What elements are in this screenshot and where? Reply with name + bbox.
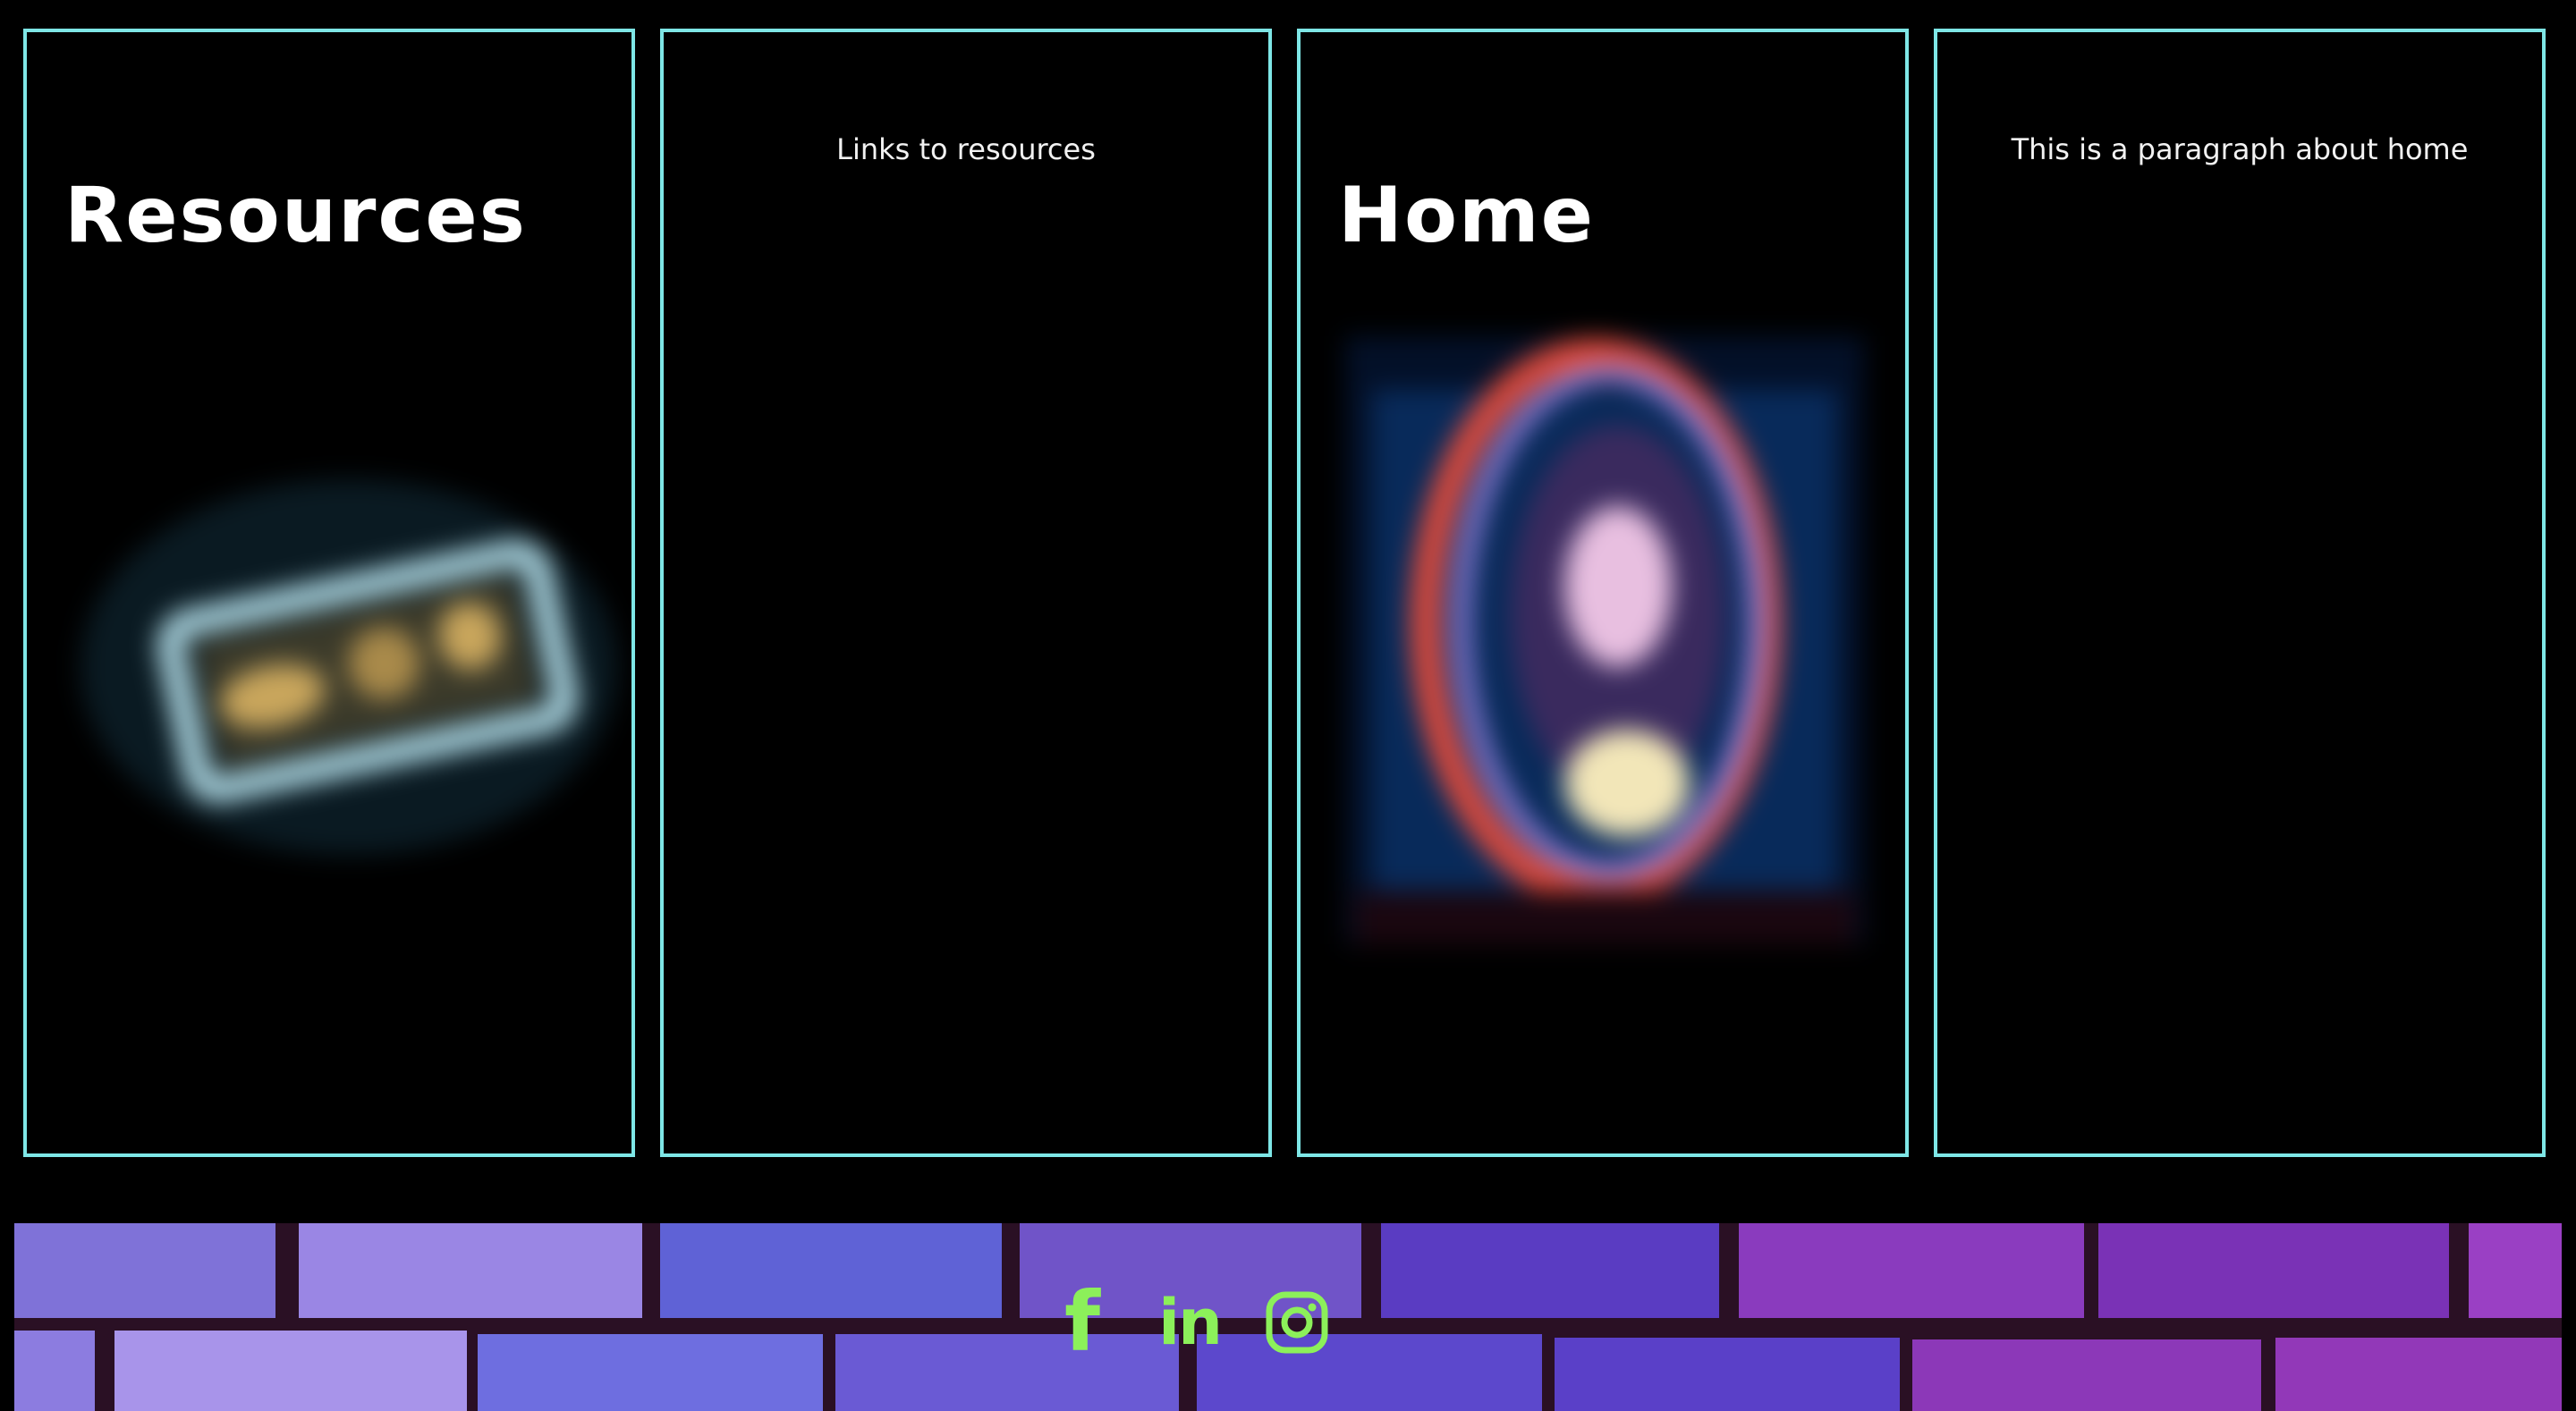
resources-paragraph: Links to resources [836, 132, 1096, 166]
instagram-icon[interactable] [1262, 1288, 1332, 1357]
resources-text-card: Links to resources [660, 29, 1272, 1157]
resources-heading: Resources [64, 171, 527, 260]
home-card: Home [1297, 29, 1909, 1157]
brick [2469, 1223, 2562, 1318]
linkedin-icon[interactable]: in [1155, 1288, 1224, 1357]
resources-card: Resources [23, 29, 635, 1157]
social-links: f in [0, 1281, 2478, 1364]
home-paragraph: This is a paragraph about home [2011, 132, 2469, 166]
home-text-card: This is a paragraph about home [1934, 29, 2546, 1157]
ferris-wheel-image [1345, 336, 1864, 944]
neon-sign-image [80, 479, 617, 855]
facebook-icon[interactable]: f [1047, 1281, 1117, 1364]
home-heading: Home [1338, 171, 1595, 260]
